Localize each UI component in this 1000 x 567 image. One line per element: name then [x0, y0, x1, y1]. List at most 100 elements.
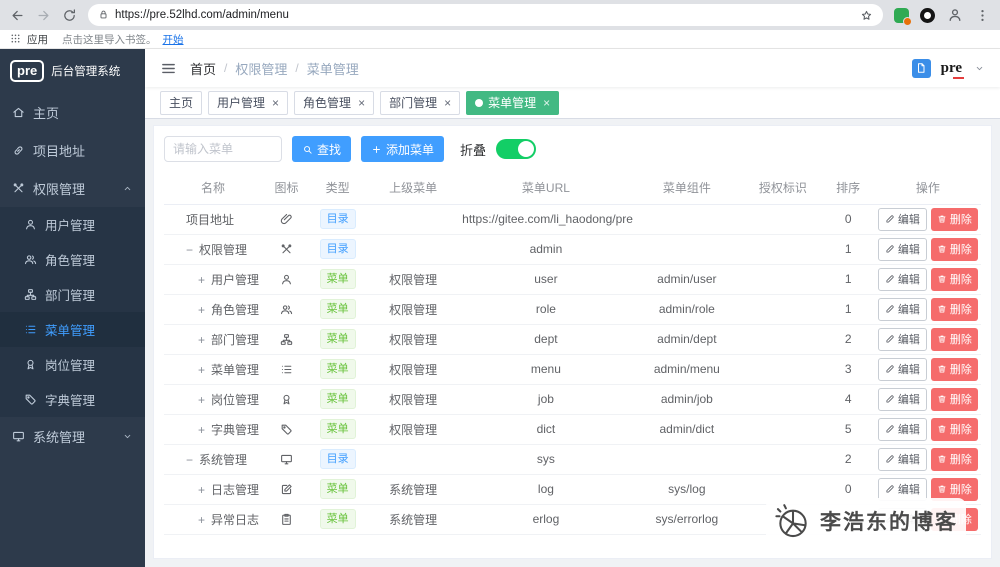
- breadcrumb-item[interactable]: 首页: [190, 59, 216, 78]
- doc-edit-icon: [281, 484, 292, 495]
- edit-button[interactable]: 编辑: [877, 267, 927, 291]
- tab-role[interactable]: 角色管理 ×: [294, 90, 375, 115]
- tree-toggle[interactable]: +: [198, 363, 205, 377]
- sidebar-item-system[interactable]: 系统管理: [0, 417, 145, 455]
- menu-name: 字典管理: [211, 422, 260, 437]
- tree-toggle[interactable]: +: [198, 393, 205, 407]
- sidebar-item-label: 用户管理: [45, 219, 96, 233]
- menu-icon-cell: [262, 354, 312, 385]
- delete-button[interactable]: 删除: [930, 447, 978, 471]
- actions-cell: 编辑删除: [874, 444, 981, 475]
- menu-type-cell: 菜单: [311, 414, 365, 445]
- delete-button[interactable]: 删除: [930, 357, 978, 381]
- delete-button[interactable]: 删除: [930, 237, 978, 261]
- medal-icon: [283, 394, 290, 405]
- tree-toggle[interactable]: −: [186, 453, 193, 467]
- tag-icon: [25, 394, 36, 405]
- sidebar-item-role[interactable]: 角色管理: [0, 242, 145, 277]
- menu-name-cell: + 日志管理: [164, 474, 263, 505]
- forward-icon[interactable]: [36, 8, 51, 23]
- sidebar-item-menu[interactable]: 菜单管理: [0, 312, 145, 347]
- edit-button[interactable]: 编辑: [877, 357, 927, 381]
- extension-icon-green[interactable]: [894, 7, 912, 26]
- pencil-icon: [886, 245, 894, 253]
- tab-close-icon[interactable]: ×: [543, 97, 550, 109]
- type-badge: 菜单: [319, 388, 356, 410]
- tree-toggle[interactable]: +: [198, 333, 205, 347]
- topbar: 首页 / 权限管理 / 菜单管理 pre: [145, 49, 1000, 87]
- sidebar-item-home[interactable]: 主页: [0, 93, 145, 131]
- tab-close-icon[interactable]: ×: [272, 97, 279, 109]
- breadcrumb-item[interactable]: 权限管理: [235, 59, 287, 78]
- bookmarks-start-link[interactable]: 开始: [163, 32, 184, 47]
- delete-button[interactable]: 删除: [930, 417, 978, 441]
- sidebar-item-project-url[interactable]: 项目地址: [0, 131, 145, 169]
- tree-toggle[interactable]: +: [198, 423, 205, 437]
- menu-url-cell: sys: [462, 444, 630, 475]
- delete-button[interactable]: 删除: [930, 327, 978, 351]
- apps-label[interactable]: 应用: [27, 32, 48, 47]
- sidebar-item-label: 权限管理: [33, 181, 86, 197]
- address-bar[interactable]: https://pre.52lhd.com/admin/menu: [88, 4, 883, 26]
- tab-dept[interactable]: 部门管理 ×: [380, 90, 461, 115]
- sidebar-item-dict[interactable]: 字典管理: [0, 382, 145, 417]
- tree-toggle[interactable]: −: [186, 243, 193, 257]
- menu-search-input[interactable]: [164, 136, 282, 162]
- tab-close-icon[interactable]: ×: [358, 97, 365, 109]
- edit-button[interactable]: 编辑: [877, 387, 927, 411]
- menu-icon-cell: [262, 324, 312, 355]
- tab-home[interactable]: 主页: [160, 90, 203, 115]
- edit-button[interactable]: 编辑: [877, 327, 927, 351]
- message-icon[interactable]: [911, 58, 931, 78]
- sidebar-toggle-icon[interactable]: [160, 60, 177, 77]
- actions-cell: 编辑删除: [874, 414, 981, 445]
- sidebar-item-label: 系统管理: [33, 429, 86, 445]
- breadcrumb: 首页 / 权限管理 / 菜单管理: [190, 59, 359, 78]
- edit-button[interactable]: 编辑: [877, 237, 927, 261]
- menu-component-cell: [629, 234, 745, 265]
- tree-toggle[interactable]: +: [198, 303, 205, 317]
- tab-label: 用户管理: [217, 96, 266, 110]
- sort-cell: 5: [821, 414, 875, 445]
- edit-button[interactable]: 编辑: [877, 417, 927, 441]
- delete-button[interactable]: 删除: [930, 387, 978, 411]
- user-menu-caret-icon[interactable]: [974, 63, 985, 74]
- bookmark-star-icon[interactable]: [860, 9, 873, 22]
- back-icon[interactable]: [10, 8, 25, 23]
- menu-type-cell: 菜单: [311, 294, 365, 325]
- table-row: + 字典管理 菜单 权限管理 dict admin/dict 5 编辑 删除: [164, 414, 981, 445]
- menu-name: 部门管理: [211, 332, 260, 347]
- add-menu-button[interactable]: 添加菜单: [361, 136, 445, 162]
- delete-button[interactable]: 删除: [930, 297, 978, 321]
- extension-icon-dark[interactable]: [920, 7, 935, 23]
- menu-icon-cell: [262, 234, 312, 265]
- search-button[interactable]: 查找: [292, 136, 352, 162]
- refresh-icon[interactable]: [62, 8, 77, 23]
- monitor-icon: [13, 431, 24, 441]
- users-icon: [281, 305, 293, 315]
- sidebar-item-user[interactable]: 用户管理: [0, 207, 145, 242]
- delete-button[interactable]: 删除: [930, 207, 978, 231]
- tree-toggle[interactable]: +: [198, 273, 205, 287]
- tab-user[interactable]: 用户管理 ×: [208, 90, 289, 115]
- edit-button[interactable]: 编辑: [877, 447, 927, 471]
- menu-name-cell: + 岗位管理: [164, 384, 263, 415]
- edit-button[interactable]: 编辑: [877, 207, 927, 231]
- sidebar-item-dept[interactable]: 部门管理: [0, 277, 145, 312]
- sidebar-item-job[interactable]: 岗位管理: [0, 347, 145, 382]
- tree-toggle[interactable]: +: [198, 513, 205, 527]
- browser-menu-icon[interactable]: [975, 8, 990, 23]
- profile-avatar-icon[interactable]: [946, 6, 964, 24]
- tree-toggle[interactable]: +: [198, 483, 205, 497]
- delete-button[interactable]: 删除: [930, 267, 978, 291]
- menu-type-cell: 菜单: [311, 354, 365, 385]
- apps-grid-icon[interactable]: [10, 30, 21, 48]
- parent-menu-cell: 权限管理: [364, 384, 463, 415]
- tab-close-icon[interactable]: ×: [444, 97, 451, 109]
- edit-button[interactable]: 编辑: [877, 297, 927, 321]
- tab-menu[interactable]: 菜单管理 ×: [466, 90, 560, 115]
- collapse-toggle[interactable]: [496, 139, 537, 159]
- sidebar-item-permission[interactable]: 权限管理: [0, 169, 145, 207]
- menu-name-cell: 项目地址: [164, 204, 263, 235]
- brand-logo[interactable]: pre: [941, 60, 965, 79]
